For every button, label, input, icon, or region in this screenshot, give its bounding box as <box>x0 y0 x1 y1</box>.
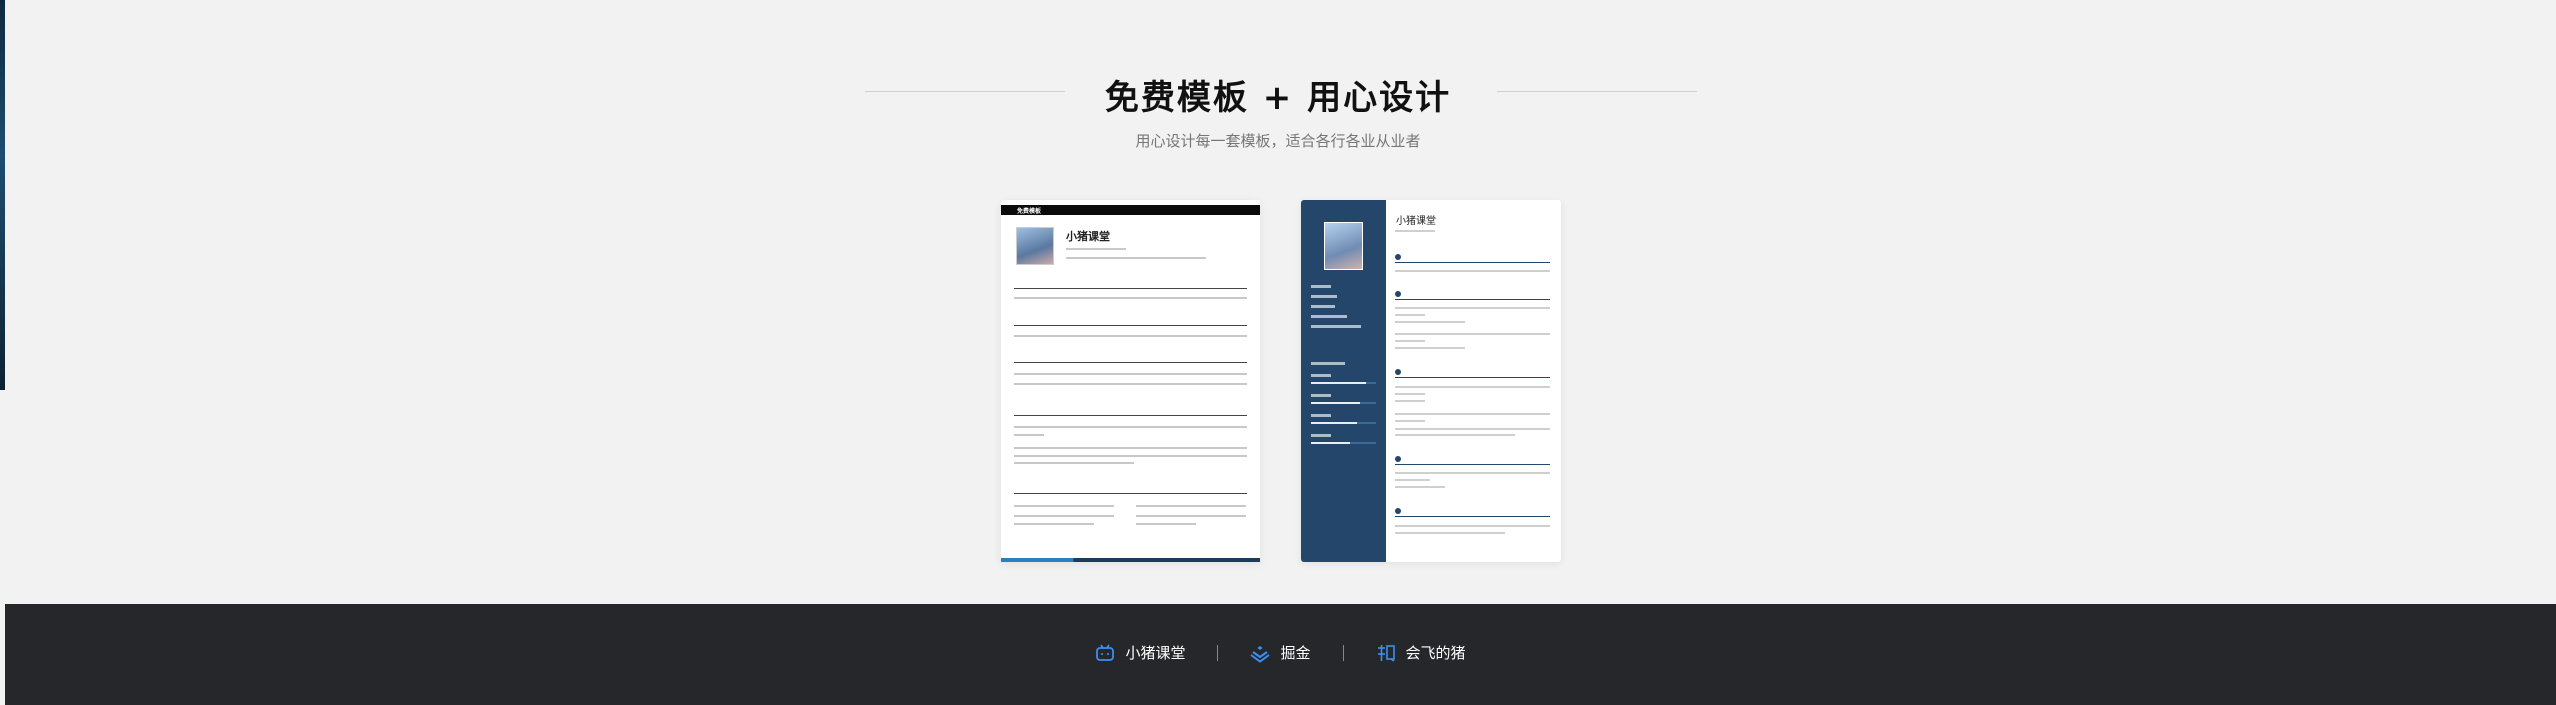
resume-text-line <box>1014 503 1114 508</box>
resume-text-line <box>1395 386 1550 388</box>
footer-link-juejin[interactable]: 掘金 <box>1250 642 1311 663</box>
resume-text-line <box>1395 479 1430 481</box>
resume-text-line <box>1014 445 1247 450</box>
sidebar-text-line <box>1311 325 1361 328</box>
resume-template-card[interactable]: 免费模板 小猪课堂 <box>1001 200 1260 562</box>
resume-text-line <box>1014 521 1094 526</box>
resume-text-line <box>1395 472 1550 474</box>
resume-text-line <box>1395 400 1425 402</box>
resume-text-line <box>1395 434 1515 436</box>
sidebar-text-line <box>1311 295 1337 298</box>
footer-link-label: 小猪课堂 <box>1125 644 1186 662</box>
resume-text-line <box>1395 347 1465 349</box>
resume-section-heading <box>1395 507 1404 514</box>
sidebar-text-line <box>1311 374 1331 377</box>
footer-links: 小猪课堂 掘金 会飞的猪 <box>5 642 2556 663</box>
footer-link-label: 掘金 <box>1280 644 1311 662</box>
template-tag: 免费模板 <box>1017 208 1042 215</box>
footer-divider <box>1217 644 1219 661</box>
resume-section-rule <box>1014 362 1247 363</box>
sidebar-text-line <box>1311 362 1345 365</box>
resume-section-rule <box>1395 262 1550 263</box>
resume-text-line <box>1014 513 1114 518</box>
resume-text-line <box>1395 525 1550 527</box>
juejin-icon <box>1250 643 1271 663</box>
resume-text-line <box>1136 513 1246 518</box>
resume-text-line <box>1395 314 1425 316</box>
resume-text-line <box>1395 393 1425 395</box>
resume-text-line <box>1014 460 1134 465</box>
resume-text-line <box>1395 532 1505 534</box>
resume-text-line <box>1395 333 1550 335</box>
footer-link-zhihu[interactable]: 会飞的猪 <box>1376 642 1466 663</box>
sidebar-text-line <box>1311 305 1335 308</box>
resume-text-line <box>1066 246 1126 251</box>
template-topbar: 免费模板 <box>1001 205 1260 215</box>
resume-text-line <box>1136 521 1196 526</box>
zhihu-icon <box>1376 643 1396 663</box>
bilibili-icon <box>1095 643 1115 663</box>
sidebar-text-line <box>1311 285 1331 288</box>
resume-text-line <box>1395 340 1425 342</box>
resume-text-line <box>1395 230 1435 232</box>
resume-name: 小猪课堂 <box>1396 216 1436 227</box>
skill-bar <box>1311 402 1376 404</box>
resume-section-heading <box>1395 253 1404 260</box>
page: 免费模板 + 用心设计 用心设计每一套模板，适合各行各业从业者 免费模板 小猪课… <box>0 0 2556 705</box>
resume-text-line <box>1136 503 1246 508</box>
resume-text-line <box>1014 432 1044 437</box>
sidebar-text-line <box>1311 414 1331 417</box>
resume-sidebar <box>1301 200 1386 562</box>
sidebar-text-line <box>1311 394 1331 397</box>
resume-photo <box>1016 227 1054 265</box>
skill-bar <box>1311 382 1376 384</box>
site-footer: 小猪课堂 掘金 会飞的猪 <box>5 604 2556 705</box>
resume-text-line <box>1014 424 1247 429</box>
resume-text-line <box>1395 321 1465 323</box>
resume-photo <box>1324 222 1363 270</box>
footer-divider <box>1342 644 1344 661</box>
resume-section-heading <box>1395 290 1404 297</box>
resume-template-card[interactable]: 小猪课堂 <box>1301 200 1561 562</box>
sidebar-text-line <box>1311 315 1347 318</box>
resume-text-line <box>1395 486 1445 488</box>
section-heading: 免费模板 + 用心设计 <box>0 70 2556 120</box>
resume-section-rule <box>1014 493 1247 494</box>
skill-bar <box>1311 422 1376 424</box>
background-image-edge <box>0 0 5 390</box>
resume-section-rule <box>1395 516 1550 517</box>
resume-section-rule <box>1395 377 1550 378</box>
resume-section-heading <box>1395 455 1404 462</box>
resume-text-line <box>1066 255 1206 260</box>
resume-text-line <box>1395 428 1550 430</box>
template-footer-bar <box>1001 558 1260 562</box>
footer-link-bilibili[interactable]: 小猪课堂 <box>1095 642 1185 663</box>
resume-section-rule <box>1014 288 1247 289</box>
resume-section-rule <box>1395 464 1550 465</box>
resume-text-line <box>1395 420 1425 422</box>
resume-section-rule <box>1014 325 1247 326</box>
footer-link-label: 会飞的猪 <box>1405 644 1466 662</box>
resume-text-line <box>1014 381 1247 386</box>
resume-text-line <box>1014 453 1247 458</box>
resume-text-line <box>1014 295 1247 300</box>
sidebar-text-line <box>1311 434 1331 437</box>
resume-section-heading <box>1395 368 1404 375</box>
resume-text-line <box>1014 371 1247 376</box>
resume-text-line <box>1395 413 1550 415</box>
resume-text-line <box>1395 307 1550 309</box>
resume-section-rule <box>1395 299 1550 300</box>
section-subtitle: 用心设计每一套模板，适合各行各业从业者 <box>1135 132 1421 150</box>
section-title: 免费模板 + 用心设计 <box>1104 78 1452 118</box>
resume-text-line <box>1395 270 1550 272</box>
resume-text-line <box>1014 333 1247 338</box>
skill-bar <box>1311 442 1376 444</box>
resume-name: 小猪课堂 <box>1066 230 1110 243</box>
resume-section-rule <box>1014 415 1247 416</box>
